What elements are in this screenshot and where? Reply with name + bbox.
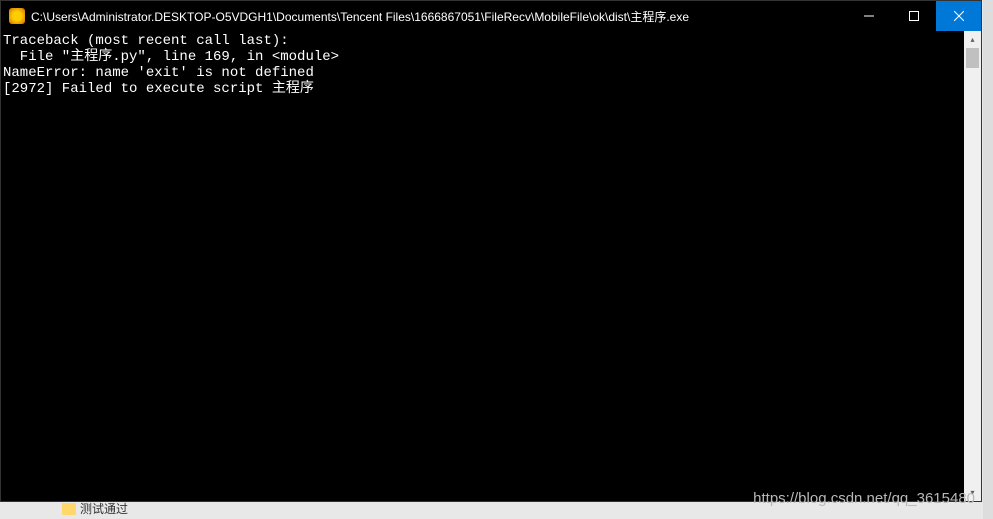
desktop-edge (983, 0, 993, 519)
folder-label: 测试通过 (80, 500, 128, 517)
titlebar[interactable]: C:\Users\Administrator.DESKTOP-O5VDGH1\D… (1, 1, 981, 31)
app-icon (9, 8, 25, 24)
minimize-button[interactable] (846, 1, 891, 31)
window-title: C:\Users\Administrator.DESKTOP-O5VDGH1\D… (31, 8, 689, 25)
console-window: C:\Users\Administrator.DESKTOP-O5VDGH1\D… (0, 0, 982, 502)
close-icon (954, 11, 964, 21)
folder-icon (62, 503, 76, 515)
output-line: [2972] Failed to execute script 主程序 (3, 81, 314, 97)
console-output[interactable]: Traceback (most recent call last): File … (1, 31, 964, 501)
scrollbar-track[interactable] (964, 48, 981, 484)
scroll-up-button[interactable]: ▴ (964, 31, 981, 48)
maximize-icon (909, 11, 919, 21)
maximize-button[interactable] (891, 1, 936, 31)
output-line: Traceback (most recent call last): (3, 33, 289, 49)
close-button[interactable] (936, 1, 981, 31)
minimize-icon (864, 11, 874, 21)
scrollbar-thumb[interactable] (966, 48, 979, 68)
output-line: NameError: name 'exit' is not defined (3, 65, 314, 81)
output-line: File "主程序.py", line 169, in <module> (3, 49, 339, 65)
vertical-scrollbar[interactable]: ▴ ▾ (964, 31, 981, 501)
window-controls (846, 1, 981, 31)
titlebar-left: C:\Users\Administrator.DESKTOP-O5VDGH1\D… (9, 8, 689, 25)
watermark-text: https://blog.csdn.net/qq_3615480 (753, 490, 975, 507)
console-area: Traceback (most recent call last): File … (1, 31, 981, 501)
